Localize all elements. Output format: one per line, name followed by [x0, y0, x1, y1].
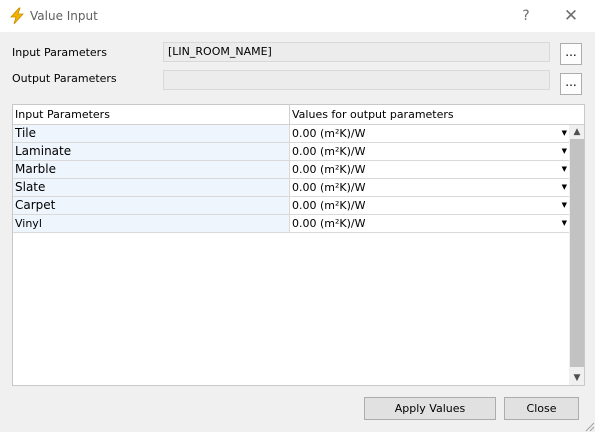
- column-header-input[interactable]: Input Parameters: [13, 105, 290, 125]
- help-button[interactable]: ?: [512, 4, 540, 28]
- resize-grip-icon[interactable]: [583, 420, 595, 432]
- table-row: Carpet 0.00 (m²K)/W ▼: [13, 197, 569, 215]
- value-dropdown[interactable]: 0.00 (m²K)/W ▼: [290, 161, 569, 179]
- table-row: Tile 0.00 (m²K)/W ▼: [13, 125, 569, 143]
- output-parameters-label: Output Parameters: [12, 72, 117, 85]
- chevron-down-icon[interactable]: ▼: [562, 125, 567, 142]
- value-dropdown[interactable]: 0.00 (m²K)/W ▼: [290, 197, 569, 215]
- chevron-down-icon[interactable]: ▼: [562, 215, 567, 232]
- close-button[interactable]: Close: [504, 397, 579, 420]
- scroll-down-icon[interactable]: ▼: [569, 371, 584, 385]
- value-text: 0.00 (m²K)/W: [292, 145, 366, 158]
- scroll-thumb[interactable]: [570, 139, 584, 367]
- value-dropdown[interactable]: 0.00 (m²K)/W ▼: [290, 143, 569, 161]
- window-title: Value Input: [30, 9, 98, 23]
- output-parameters-field[interactable]: [163, 70, 550, 90]
- value-text: 0.00 (m²K)/W: [292, 127, 366, 140]
- lightning-icon: [10, 7, 24, 25]
- value-dropdown[interactable]: 0.00 (m²K)/W ▼: [290, 179, 569, 197]
- value-text: 0.00 (m²K)/W: [292, 217, 366, 230]
- chevron-down-icon[interactable]: ▼: [562, 143, 567, 160]
- table-row: Laminate 0.00 (m²K)/W ▼: [13, 143, 569, 161]
- table-row: Marble 0.00 (m²K)/W ▼: [13, 161, 569, 179]
- chevron-down-icon[interactable]: ▼: [562, 161, 567, 178]
- input-cell: Slate: [13, 179, 290, 197]
- chevron-down-icon[interactable]: ▼: [562, 179, 567, 196]
- input-cell: Carpet: [13, 197, 290, 215]
- table-row: Slate 0.00 (m²K)/W ▼: [13, 179, 569, 197]
- close-window-button[interactable]: ✕: [557, 4, 585, 28]
- apply-values-button[interactable]: Apply Values: [364, 397, 496, 420]
- input-cell: Tile: [13, 125, 290, 143]
- output-parameters-browse-button[interactable]: ...: [560, 73, 582, 95]
- vertical-scrollbar[interactable]: ▲ ▼: [569, 125, 584, 385]
- value-text: 0.00 (m²K)/W: [292, 163, 366, 176]
- input-parameters-browse-button[interactable]: ...: [560, 43, 582, 65]
- parameter-grid: Input Parameters Values for output param…: [12, 104, 585, 386]
- title-bar: Value Input ? ✕: [0, 0, 595, 32]
- value-text: 0.00 (m²K)/W: [292, 199, 366, 212]
- column-header-values[interactable]: Values for output parameters: [290, 105, 584, 125]
- input-parameters-field[interactable]: [LIN_ROOM_NAME]: [163, 42, 550, 62]
- input-cell: Vinyl: [13, 215, 290, 233]
- input-cell: Laminate: [13, 143, 290, 161]
- chevron-down-icon[interactable]: ▼: [562, 197, 567, 214]
- input-parameters-label: Input Parameters: [12, 46, 107, 59]
- value-dropdown[interactable]: 0.00 (m²K)/W ▼: [290, 215, 569, 233]
- table-row: Vinyl 0.00 (m²K)/W ▼: [13, 215, 569, 233]
- value-text: 0.00 (m²K)/W: [292, 181, 366, 194]
- value-dropdown[interactable]: 0.00 (m²K)/W ▼: [290, 125, 569, 143]
- input-cell: Marble: [13, 161, 290, 179]
- scroll-up-icon[interactable]: ▲: [569, 125, 584, 139]
